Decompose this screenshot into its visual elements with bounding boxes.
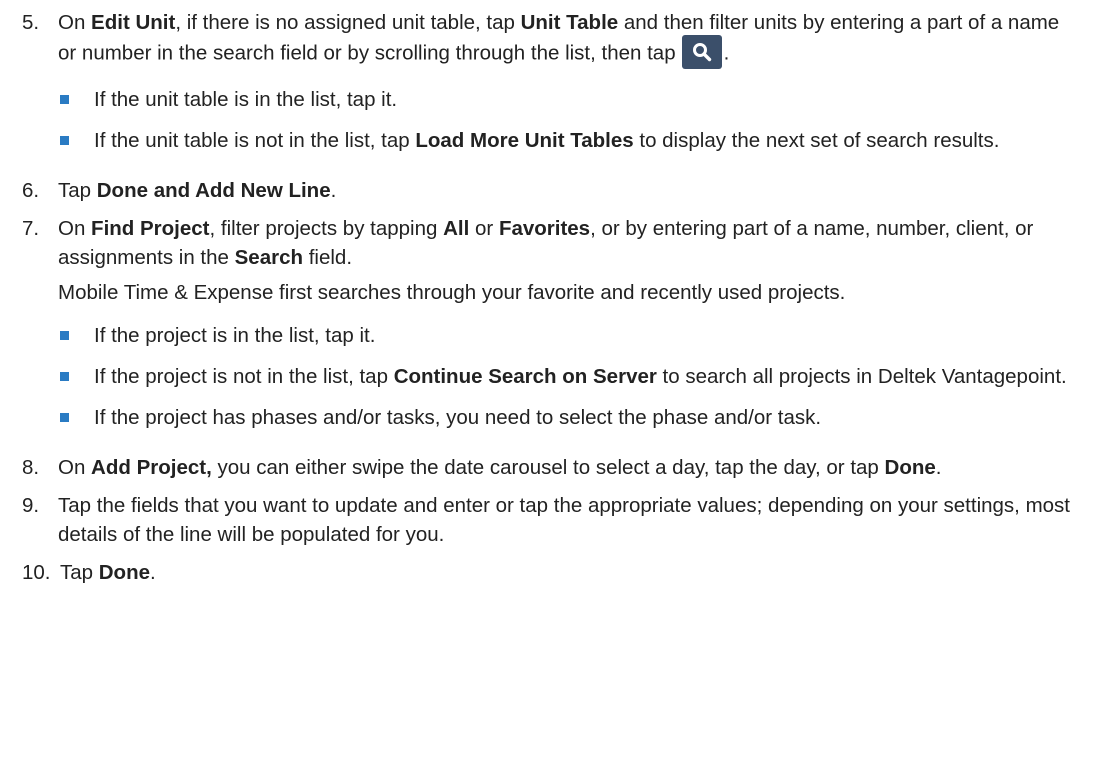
ui-label-edit-unit: Edit Unit	[91, 11, 176, 34]
step-text: On Find Project, filter projects by tapp…	[58, 217, 1034, 269]
bullet-list: If the unit table is in the list, tap it…	[58, 85, 1072, 155]
bullet-square-icon	[60, 331, 69, 340]
step-6: 6. Tap Done and Add New Line.	[22, 176, 1072, 205]
ui-label-find-project: Find Project	[91, 217, 210, 240]
step-note: Mobile Time & Expense first searches thr…	[58, 281, 846, 304]
ui-label-continue-search: Continue Search on Server	[393, 365, 657, 388]
ui-label-search: Search	[234, 246, 304, 269]
step-number: 10.	[22, 561, 51, 584]
bullet-square-icon	[60, 413, 69, 422]
bullet-square-icon	[60, 95, 69, 104]
bullet-square-icon	[60, 136, 69, 145]
step-number: 5.	[22, 11, 40, 34]
ui-label-all: All	[443, 217, 470, 240]
step-text: Tap the fields that you want to update a…	[58, 494, 1070, 546]
step-8: 8. On Add Project, you can either swipe …	[22, 453, 1072, 482]
list-item: If the project has phases and/or tasks, …	[58, 403, 1072, 432]
list-item: If the project is in the list, tap it.	[58, 321, 1072, 350]
step-number: 9.	[22, 494, 40, 517]
step-5: 5. On Edit Unit, if there is no assigned…	[22, 8, 1072, 167]
search-icon	[681, 35, 722, 69]
ui-label-unit-table: Unit Table	[520, 11, 619, 34]
step-text: Tap Done.	[60, 561, 156, 584]
ui-label-add-project: Add Project,	[91, 456, 212, 479]
ui-label-done-add-line: Done and Add New Line	[96, 179, 331, 202]
step-10: 10. Tap Done.	[22, 558, 1072, 587]
bullet-square-icon	[60, 372, 69, 381]
ui-label-done: Done	[98, 561, 150, 584]
step-text: Tap Done and Add New Line.	[58, 179, 337, 202]
step-number: 8.	[22, 456, 40, 479]
step-text: On Edit Unit, if there is no assigned un…	[58, 8, 1072, 71]
step-9: 9. Tap the fields that you want to updat…	[22, 491, 1072, 549]
step-7: 7. On Find Project, filter projects by t…	[22, 214, 1072, 444]
ui-label-favorites: Favorites	[498, 217, 591, 240]
bullet-list: If the project is in the list, tap it. I…	[58, 321, 1072, 432]
instructions: 5. On Edit Unit, if there is no assigned…	[0, 0, 1112, 587]
ui-label-done: Done	[884, 456, 936, 479]
list-item: If the project is not in the list, tap C…	[58, 362, 1072, 391]
step-text: On Add Project, you can either swipe the…	[58, 456, 942, 479]
step-number: 6.	[22, 179, 40, 202]
list-item: If the unit table is not in the list, ta…	[58, 126, 1072, 155]
list-item: If the unit table is in the list, tap it…	[58, 85, 1072, 114]
ui-label-load-more: Load More Unit Tables	[415, 129, 634, 152]
step-number: 7.	[22, 217, 40, 240]
